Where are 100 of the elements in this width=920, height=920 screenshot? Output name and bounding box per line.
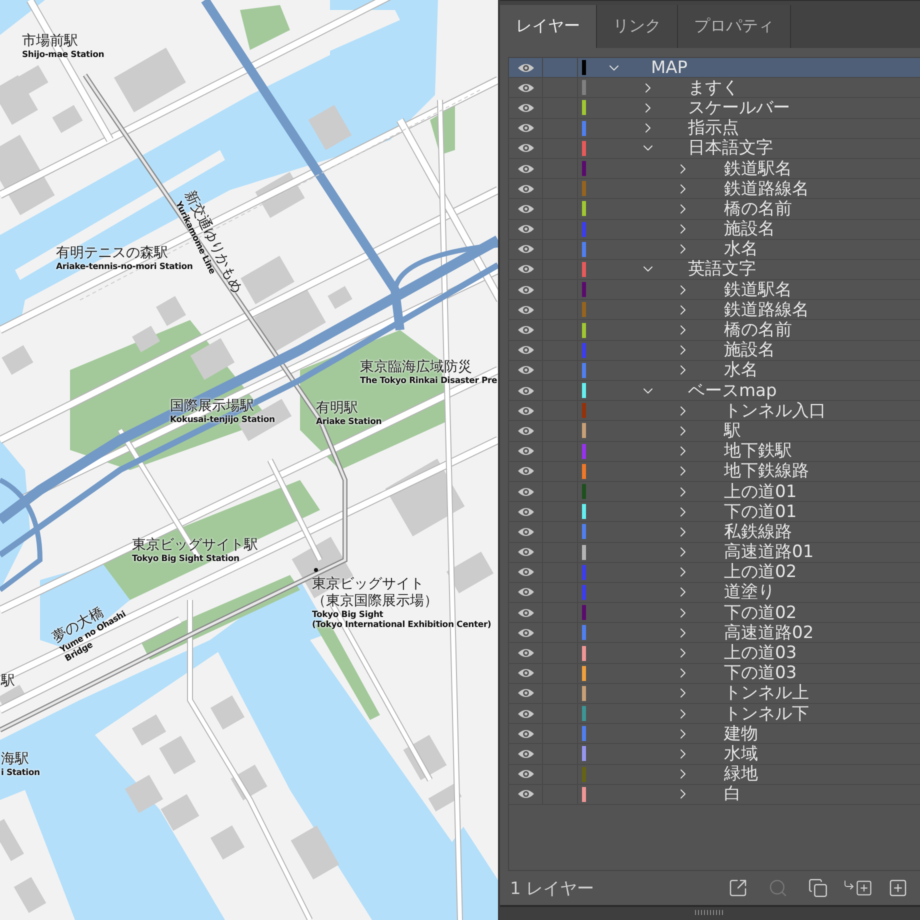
layer-name: 地下鉄線路 [724, 461, 809, 482]
duplicate-icon[interactable] [806, 876, 830, 900]
layer-row[interactable]: 下の道02 [509, 603, 920, 624]
layer-row[interactable]: 高速道路01 [509, 542, 920, 563]
layer-row[interactable]: 鉄道駅名 [509, 280, 920, 300]
eye-icon [516, 566, 534, 578]
layer-name: 日本語文字 [688, 138, 773, 158]
station-label: 市場前駅 [22, 33, 78, 50]
eye-icon [516, 728, 534, 740]
layer-row[interactable]: 施設名 [509, 340, 920, 361]
layer-row[interactable]: トンネル下 [509, 704, 920, 724]
layer-row[interactable]: 橋の名前 [509, 199, 920, 220]
eye-icon [516, 122, 534, 134]
layer-name: トンネル下 [724, 704, 809, 724]
layer-name: 英語文字 [688, 259, 756, 280]
station-label: Tokyo Big Sight Station [132, 554, 240, 564]
layer-name: 下の道03 [724, 663, 797, 684]
layer-row[interactable]: 駅 [509, 421, 920, 442]
layer-name: 緑地 [724, 764, 758, 784]
layer-row[interactable]: 橋の名前 [509, 320, 920, 341]
layer-row[interactable]: 地下鉄線路 [509, 462, 920, 482]
layer-name: トンネル上 [724, 683, 809, 704]
layer-name: 私鉄線路 [724, 522, 792, 542]
layer-row[interactable]: 水名 [509, 360, 920, 381]
eye-icon [516, 223, 534, 236]
layer-row[interactable]: 上の道03 [509, 643, 920, 664]
facility-label: 東京臨海広域防災 [360, 359, 472, 376]
layer-row[interactable]: 私鉄線路 [509, 522, 920, 542]
layer-name: 橋の名前 [724, 198, 792, 219]
layer-name: ますく [688, 78, 739, 98]
eye-icon [516, 606, 534, 619]
layer-row[interactable]: 上の道02 [509, 562, 920, 583]
layer-row[interactable]: 鉄道路線名 [509, 300, 920, 320]
landmark-label: （東京国際展示場） [312, 593, 438, 610]
station-label: Ariake-tennis-no-mori Station [56, 262, 193, 272]
layer-name: 駅 [724, 420, 741, 441]
layer-name: スケールバー [688, 98, 790, 118]
layer-name: 地下鉄駅 [724, 441, 792, 462]
eye-icon [516, 102, 534, 114]
eye-icon [516, 182, 534, 195]
eye-icon [516, 364, 534, 376]
station-label: Kokusai-tenjijo Station [170, 415, 275, 425]
layer-name: 橋の名前 [724, 320, 792, 340]
eye-icon [516, 486, 534, 498]
facility-label: The Tokyo Rinkai Disaster Pre [360, 376, 498, 386]
layer-row[interactable]: 施設名 [509, 220, 920, 240]
layer-row[interactable]: 白 [509, 784, 920, 805]
layer-name: 鉄道駅名 [724, 280, 792, 300]
layer-name: 下の道01 [724, 502, 797, 522]
layer-name: 上の道02 [724, 562, 797, 582]
landmark-label: 東京ビッグサイト [312, 576, 424, 593]
eye-icon [516, 324, 534, 336]
layer-row[interactable]: 日本語文字 [509, 138, 920, 159]
layer-row[interactable]: 鉄道駅名 [509, 158, 920, 180]
layer-name: 鉄道路線名 [724, 300, 809, 320]
layer-row[interactable]: 高速道路02 [509, 623, 920, 644]
layer-row[interactable]: 上の道01 [509, 482, 920, 502]
layer-row[interactable]: トンネル上 [509, 684, 920, 704]
layer-row[interactable]: 水域 [509, 744, 920, 765]
layer-name: 建物 [724, 724, 758, 744]
station-label: 駅 [1, 673, 15, 690]
eye-icon [516, 748, 534, 760]
station-label: i Station [1, 768, 40, 778]
layer-row[interactable]: 緑地 [509, 764, 920, 785]
eye-icon [516, 647, 534, 660]
layer-row[interactable]: 指示点 [509, 118, 920, 139]
layer-row[interactable]: 下の道03 [509, 664, 920, 684]
layer-name: 高速道路02 [724, 622, 814, 643]
layer-row[interactable]: ベースmap [509, 381, 920, 402]
layer-row[interactable]: ますく [509, 78, 920, 98]
layer-name: トンネル入口 [724, 400, 826, 421]
resize-grip-icon[interactable] [695, 910, 725, 915]
eye-icon [516, 263, 534, 276]
layer-row[interactable]: 道塗り [509, 582, 920, 604]
layer-row[interactable]: 地下鉄駅 [509, 442, 920, 462]
layer-row[interactable]: 水名 [509, 240, 920, 260]
eye-icon [516, 404, 534, 417]
layer-name: 下の道02 [724, 602, 797, 623]
layer-row[interactable]: 建物 [509, 724, 920, 744]
layer-row[interactable]: 英語文字 [509, 260, 920, 280]
eye-icon [516, 506, 534, 518]
layer-row[interactable]: 鉄道路線名 [509, 179, 920, 200]
eye-icon [516, 82, 534, 94]
eye-icon [516, 243, 534, 256]
layer-row[interactable]: トンネル入口 [509, 401, 920, 422]
layer-row[interactable]: スケールバー [509, 98, 920, 119]
eye-icon [516, 687, 534, 700]
panel-tab[interactable]: レイヤー [500, 5, 597, 48]
layer-row[interactable]: 下の道01 [509, 502, 920, 522]
eye-icon [516, 626, 534, 639]
layer-name: 指示点 [688, 118, 739, 138]
layer-name: 水域 [724, 744, 758, 764]
eye-icon [516, 708, 534, 720]
station-label: 有明駅 [316, 400, 358, 417]
eye-icon [516, 142, 534, 154]
landmark-label: (Tokyo International Exhibition Center) [312, 620, 492, 630]
eye-icon [516, 526, 534, 538]
station-label: 海駅 [1, 751, 29, 768]
layer-row[interactable]: MAP [509, 58, 920, 78]
layer-name: 道塗り [724, 582, 775, 602]
